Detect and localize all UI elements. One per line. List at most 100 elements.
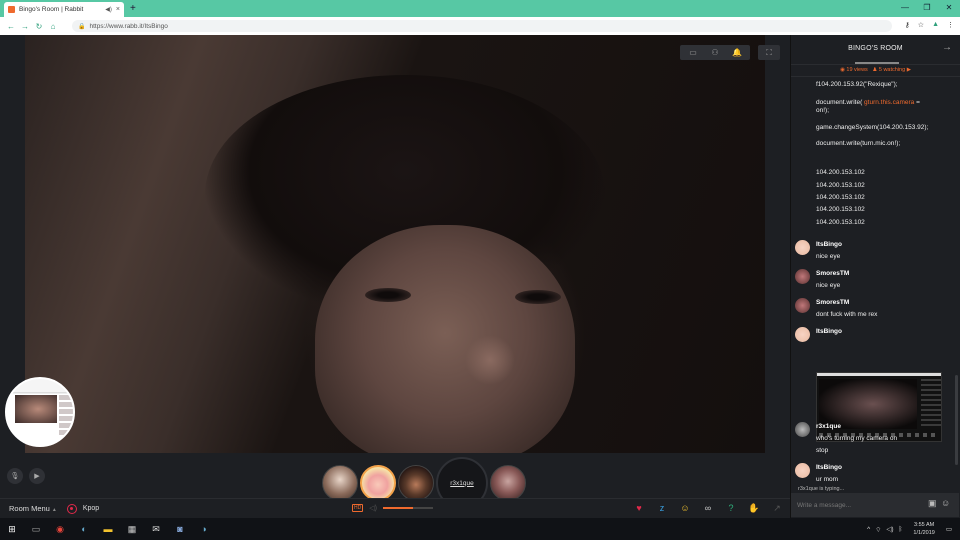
participant-avatar[interactable] <box>322 465 358 501</box>
windows-start-icon[interactable]: ⊞ <box>0 518 24 540</box>
preview-sidebar <box>59 395 73 435</box>
chat-ip-line: 104.200.153.102 <box>816 194 865 201</box>
people-icon[interactable]: ⚇ <box>704 45 726 60</box>
chat-code-line: on!); <box>816 107 830 114</box>
chat-toggle-icon[interactable]: ▭ <box>682 45 704 60</box>
emoji-icon[interactable]: ☺ <box>941 498 950 508</box>
app-icon[interactable]: ◙ <box>168 518 192 540</box>
volume-icon[interactable]: ◁) <box>886 525 893 533</box>
forward-icon[interactable]: → <box>19 22 31 31</box>
captions-icon[interactable]: HD <box>352 504 364 512</box>
message-text: who's turning my camera on <box>816 435 898 442</box>
message-text: dont fuck with me rex <box>816 311 878 318</box>
chat-code-line: game.changeSystem(104.200.153.92); <box>816 124 929 131</box>
extension-icon[interactable]: ▲ <box>932 21 939 29</box>
fullscreen-icon[interactable]: ⛶ <box>758 45 780 60</box>
question-icon[interactable]: ? <box>724 503 738 514</box>
tab-close-icon[interactable]: × <box>116 6 120 13</box>
clap-icon[interactable]: ✋ <box>747 503 761 514</box>
exit-icon[interactable]: → <box>942 42 952 53</box>
participant-avatar[interactable] <box>490 465 526 501</box>
video-eye-left <box>365 288 411 302</box>
network-icon[interactable]: ⌔ <box>875 525 881 534</box>
avatar[interactable] <box>795 298 810 313</box>
avatar[interactable] <box>795 463 810 478</box>
binoculars-icon[interactable]: ∞ <box>701 503 715 514</box>
chat-scrollbar[interactable] <box>955 375 958 465</box>
heart-icon[interactable]: ♥ <box>632 503 646 514</box>
back-icon[interactable]: ← <box>5 22 17 31</box>
attachment-video <box>819 379 917 429</box>
code-prefix: document.write( <box>816 99 865 106</box>
video-stream[interactable] <box>25 35 765 453</box>
chevron-up-icon[interactable]: ^ <box>867 526 870 533</box>
key-icon[interactable]: ⚷ <box>905 21 910 29</box>
store-icon[interactable]: ▦ <box>120 518 144 540</box>
reload-icon[interactable]: ↻ <box>33 22 45 31</box>
code-highlight: gturn.this.camera <box>864 99 915 106</box>
maximize-button[interactable]: ❐ <box>916 0 938 15</box>
gesture-icon[interactable]: ↗ <box>770 503 784 514</box>
volume-slider[interactable] <box>382 507 433 509</box>
channel-label[interactable]: Kpop <box>83 505 99 512</box>
message-author[interactable]: ItsBingo <box>816 464 842 471</box>
message-author[interactable]: SmoresTM <box>816 299 849 306</box>
browser-tab[interactable]: Bingo's Room | Rabbit ◀) × <box>4 2 124 17</box>
star-icon[interactable]: ☆ <box>918 21 924 29</box>
avatar[interactable] <box>795 269 810 284</box>
participant-avatar[interactable] <box>398 465 434 501</box>
mic-muted-icon[interactable]: 🎙 <box>7 468 23 484</box>
system-clock[interactable]: 3:55 AM 1/1/2019 <box>913 521 934 537</box>
speaker-icon[interactable]: ◀) <box>105 6 112 13</box>
record-icon[interactable] <box>66 503 77 514</box>
address-bar[interactable]: 🔒 https://www.rabb.it/ItsBingo <box>72 20 892 32</box>
avatar[interactable] <box>795 240 810 255</box>
watching-count: 5 watching <box>878 67 906 73</box>
attachment-chatlog <box>921 379 941 429</box>
avatar[interactable] <box>795 422 810 437</box>
minimize-button[interactable]: — <box>894 0 916 15</box>
typing-indicator: r3x1que is typing... <box>798 486 845 492</box>
volume-icon[interactable]: ◁) <box>369 504 377 512</box>
room-title: BINGO'S ROOM <box>848 45 903 52</box>
chat-input-row: ▣ ☺ <box>791 493 959 517</box>
room-menu-button[interactable]: Room Menu ▲ <box>9 504 57 513</box>
message-author[interactable]: r3x1que <box>816 423 841 430</box>
new-tab-button[interactable]: + <box>130 3 136 14</box>
play-icon[interactable]: ▶ <box>907 67 911 73</box>
message-text: stop <box>816 447 829 454</box>
participant-avatar[interactable] <box>360 465 396 501</box>
media-controls: HD ◁) <box>352 504 433 512</box>
chat-ip-line: 104.200.153.102 <box>816 219 865 226</box>
attachment-topbar <box>817 373 941 376</box>
clock-time: 3:55 AM <box>914 522 935 528</box>
chrome-icon[interactable]: ◉ <box>48 518 72 540</box>
menu-icon[interactable]: ⋮ <box>947 21 954 29</box>
message-author[interactable]: SmoresTM <box>816 270 849 277</box>
sleep-icon[interactable]: z <box>655 503 669 514</box>
room-main: ▭ ⚇ 🔔 ⛶ 🎙 ▶ r3x1que Room Menu ▲ Kpop HD ◁… <box>0 35 790 518</box>
steam-icon[interactable]: ◑ <box>192 518 216 540</box>
task-view-icon[interactable]: ▭ <box>24 518 48 540</box>
file-explorer-icon[interactable]: ▬ <box>96 518 120 540</box>
video-face-shape <box>315 225 575 453</box>
notification-bell-icon[interactable]: 🔔 <box>726 45 748 60</box>
rabbit-favicon-icon <box>8 6 15 13</box>
close-window-button[interactable]: ✕ <box>938 0 960 15</box>
home-icon[interactable]: ⌂ <box>47 22 59 31</box>
camera-off-icon[interactable]: ▶ <box>29 468 45 484</box>
action-center-icon[interactable]: ▭ <box>946 525 952 533</box>
steam-icon[interactable]: ◐ <box>72 518 96 540</box>
avatar[interactable] <box>795 327 810 342</box>
smiley-icon[interactable]: ☺ <box>678 503 692 514</box>
chat-log[interactable]: f104.200.153.92("Rexique"); document.wri… <box>791 79 959 483</box>
room-bottom-bar: Room Menu ▲ Kpop HD ◁) ♥ z ☺ ∞ ? ✋ ↗ <box>0 498 790 518</box>
message-author[interactable]: ItsBingo <box>816 328 842 335</box>
message-author[interactable]: ItsBingo <box>816 241 842 248</box>
chat-message-input[interactable] <box>797 498 917 512</box>
chat-image-attachment[interactable] <box>816 372 942 442</box>
mail-icon[interactable]: ✉ <box>144 518 168 540</box>
bluetooth-icon[interactable]: ᛒ <box>899 526 903 533</box>
screen-share-preview[interactable] <box>5 377 75 447</box>
image-upload-icon[interactable]: ▣ <box>928 498 937 509</box>
